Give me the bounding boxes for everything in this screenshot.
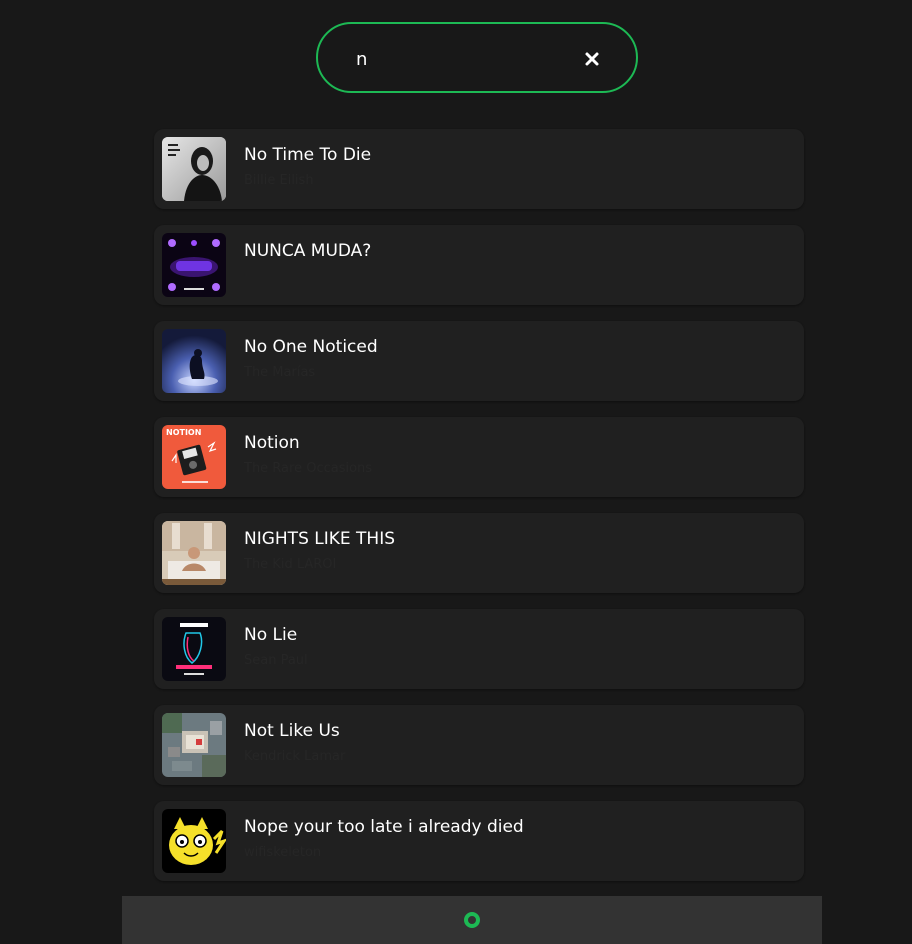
search-page: No Time To Die Billie Eilish NUNCA MUDA? (0, 0, 912, 944)
result-card[interactable]: No Time To Die Billie Eilish (154, 129, 804, 209)
track-artist: wifiskeleton (244, 845, 322, 860)
player-bar (122, 896, 822, 944)
track-title: No One Noticed (244, 337, 378, 357)
track-title: NUNCA MUDA? (244, 241, 372, 261)
search-results-list: No Time To Die Billie Eilish NUNCA MUDA? (154, 129, 804, 897)
result-card[interactable]: No Lie Sean Paul (154, 609, 804, 689)
result-card[interactable]: Not Like Us Kendrick Lamar (154, 705, 804, 785)
clear-search-button[interactable] (580, 47, 604, 71)
album-cover-no-one-noticed (162, 329, 226, 393)
track-title: Notion (244, 433, 300, 453)
close-icon (585, 52, 599, 66)
result-card[interactable]: NIGHTS LIKE THIS The Kid LAROI (154, 513, 804, 593)
svg-text:NOTION: NOTION (166, 428, 201, 437)
track-artist: The Marías (244, 365, 316, 380)
track-title: No Lie (244, 625, 298, 645)
track-title: NIGHTS LIKE THIS (244, 529, 396, 549)
result-card[interactable]: NUNCA MUDA? (154, 225, 804, 305)
track-title: Nope your too late i already died (244, 817, 524, 837)
album-cover-notion: NOTION (162, 425, 226, 489)
track-artist: Billie Eilish (244, 173, 314, 188)
search-input[interactable] (356, 42, 566, 76)
album-cover-nights-like-this (162, 521, 226, 585)
play-indicator-icon[interactable] (464, 912, 480, 928)
track-title: Not Like Us (244, 721, 340, 741)
album-cover-not-like-us (162, 713, 226, 777)
track-artist: Sean Paul (244, 653, 308, 668)
result-card[interactable]: No One Noticed The Marías (154, 321, 804, 401)
track-artist: Kendrick Lamar (244, 749, 346, 764)
track-artist: The Rare Occasions (244, 461, 373, 476)
track-artist: The Kid LAROI (244, 557, 337, 572)
album-cover-no-time-to-die (162, 137, 226, 201)
search-bar[interactable] (316, 22, 638, 93)
result-card[interactable]: Nope your too late i already died wifisk… (154, 801, 804, 881)
result-card[interactable]: NOTION Notion The Rare Occasions (154, 417, 804, 497)
album-cover-nunca-muda (162, 233, 226, 297)
album-cover-no-lie (162, 617, 226, 681)
album-cover-nope (162, 809, 226, 873)
track-title: No Time To Die (244, 145, 372, 165)
